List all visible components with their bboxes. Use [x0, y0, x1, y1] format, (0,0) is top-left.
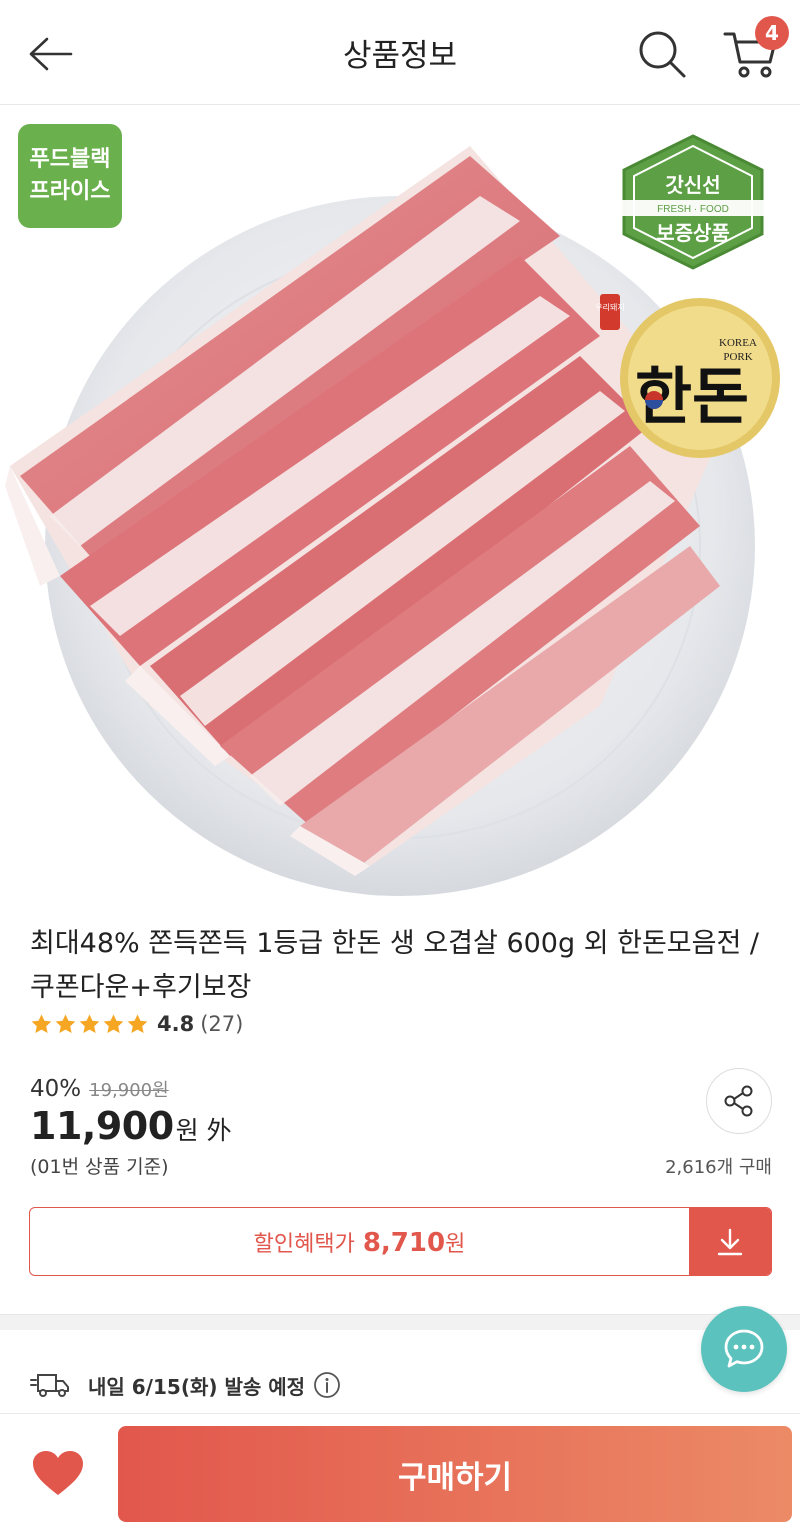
coupon-amount: 8,710 [362, 1227, 446, 1258]
badge-foodblack-line2: 프라이스 [29, 179, 111, 204]
badge-fresh-line2: 보증상품 [656, 221, 730, 245]
badge-handon-en1: KOREA [719, 337, 757, 349]
rating-score: 4.8 [157, 1012, 195, 1036]
shipping-info-row[interactable]: 내일 6/15(화) 발송 예정 [30, 1366, 341, 1404]
section-divider [0, 1314, 800, 1330]
product-title: 최대48% 쫀득쫀득 1등급 한돈 생 오겹살 600g 외 한돈모음전 /쿠폰… [30, 928, 760, 1003]
download-icon [717, 1228, 743, 1255]
info-icon[interactable] [313, 1371, 341, 1399]
share-button[interactable] [706, 1068, 772, 1134]
badge-foodblack-line1: 푸드블랙 [29, 147, 111, 172]
heart-icon [33, 1451, 83, 1495]
shipping-text: 내일 6/15(화) 발송 예정 [88, 1374, 306, 1399]
chat-button[interactable] [701, 1306, 787, 1392]
rating-row[interactable]: 4.8 (27) [30, 1008, 243, 1040]
star-icon [55, 1013, 76, 1033]
price-original-row: 40% 19,900원 [30, 1076, 169, 1102]
korea-pork-handon-badge: 우리돼지 KOREA PORK 한돈 [596, 294, 780, 458]
delivery-truck-icon [30, 1374, 69, 1397]
price-suffix: 外 [206, 1116, 232, 1145]
badge-handon-tag: 우리돼지 [596, 303, 625, 312]
review-count: (27) [200, 1012, 244, 1036]
bottom-action-bar: 구매하기 [0, 1413, 800, 1530]
top-app-bar: 상품정보 4 [0, 0, 800, 105]
star-rating [30, 1013, 149, 1036]
product-image[interactable]: 푸드블랙 프라이스 FRESH · FOOD 갓신선 보증상품 우리돼지 KOR… [0, 106, 800, 906]
coupon-download-button[interactable] [689, 1208, 771, 1275]
buy-button[interactable]: 구매하기 [118, 1426, 792, 1522]
star-icon [103, 1013, 124, 1033]
search-icon [639, 31, 686, 78]
coupon-benefit: 할인혜택가 8,710원 [30, 1208, 689, 1275]
star-icon [31, 1013, 52, 1033]
coupon-label: 할인혜택가 [253, 1231, 355, 1257]
sale-price-row: 11,900 원 外 [30, 1104, 232, 1148]
price-unit: 원 [175, 1116, 199, 1145]
wishlist-button[interactable] [22, 1440, 94, 1506]
chat-bubble-icon [724, 1329, 764, 1368]
price-basis-note: (01번 상품 기준) [30, 1156, 169, 1178]
star-icon [127, 1013, 148, 1033]
sale-price: 11,900 [30, 1104, 174, 1148]
share-icon [724, 1085, 753, 1117]
badge-fresh-ribbon: FRESH · FOOD [657, 204, 729, 215]
fresh-guarantee-badge: FRESH · FOOD 갓신선 보증상품 [612, 134, 774, 270]
original-price: 19,900원 [89, 1080, 169, 1101]
coupon-unit: 원 [445, 1231, 466, 1257]
discount-rate: 40% [30, 1076, 82, 1102]
coupon-download-box[interactable]: 할인혜택가 8,710원 [29, 1207, 772, 1276]
star-icon [79, 1013, 100, 1033]
food-black-price-badge: 푸드블랙 프라이스 [18, 124, 122, 228]
purchase-count: 2,616개 구매 [665, 1157, 772, 1178]
cart-count-badge: 4 [755, 16, 789, 50]
search-button[interactable] [632, 24, 692, 84]
badge-fresh-line1: 갓신선 [665, 173, 720, 197]
